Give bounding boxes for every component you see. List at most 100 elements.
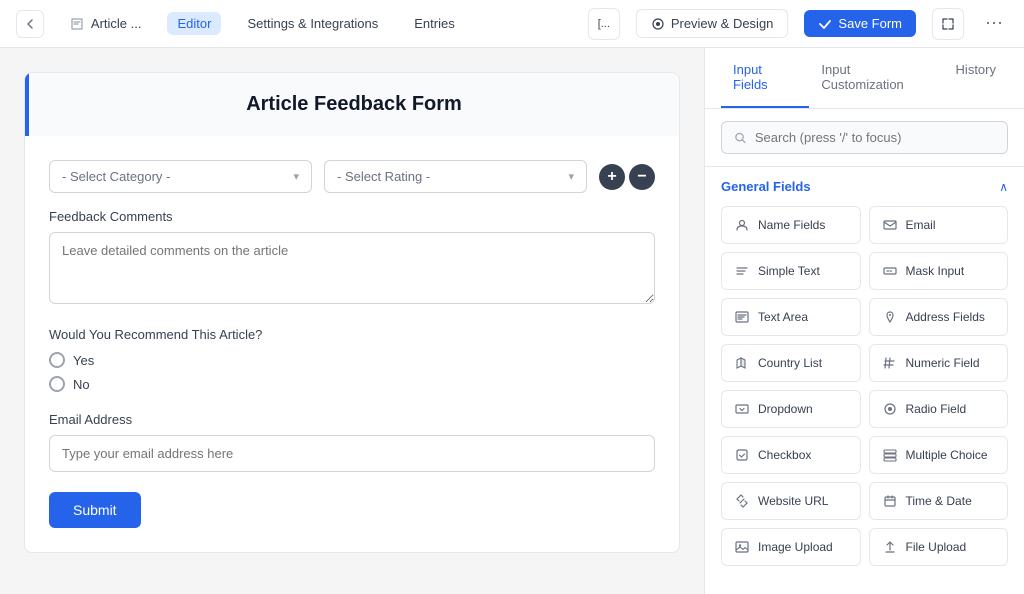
mask-input-icon: [882, 263, 898, 279]
field-card-label: Dropdown: [758, 402, 813, 416]
country-list-icon: [734, 355, 750, 371]
email-label: Email Address: [49, 412, 655, 427]
field-card-checkbox[interactable]: Checkbox: [721, 436, 861, 474]
time-&-date-icon: [882, 493, 898, 509]
field-card-label: Mask Input: [906, 264, 965, 278]
field-card-label: Image Upload: [758, 540, 833, 554]
image-upload-icon: [734, 539, 750, 555]
form-title: Article Feedback Form: [53, 93, 655, 116]
field-card-text-area[interactable]: Text Area: [721, 298, 861, 336]
panel-content: General Fields ∧ Name Fields Email Simple …: [705, 167, 1024, 594]
chevron-down-icon: ▾: [293, 170, 299, 183]
category-rating-row: - Select Category - ▾ - Select Rating - …: [49, 160, 655, 193]
tab-input-customization[interactable]: Input Customization: [809, 48, 943, 108]
feedback-section: Feedback Comments: [49, 209, 655, 307]
text-area-icon: [734, 309, 750, 325]
search-icon: [734, 131, 747, 145]
no-label: No: [73, 377, 90, 392]
field-card-label: Checkbox: [758, 448, 811, 462]
name-fields-icon: [734, 217, 750, 233]
tab-entries[interactable]: Entries: [404, 12, 464, 35]
section-header: General Fields ∧: [721, 179, 1008, 194]
no-radio[interactable]: [49, 376, 65, 392]
field-card-time-&-date[interactable]: Time & Date: [869, 482, 1009, 520]
tab-editor[interactable]: Editor: [167, 12, 221, 35]
numeric-field-icon: [882, 355, 898, 371]
email-input[interactable]: [49, 435, 655, 472]
more-button[interactable]: ⋯: [980, 10, 1008, 38]
add-field-button[interactable]: +: [599, 164, 625, 190]
yes-option[interactable]: Yes: [49, 352, 655, 368]
field-card-label: Time & Date: [906, 494, 972, 508]
file-upload-icon: [882, 539, 898, 555]
preview-button[interactable]: Preview & Design: [636, 9, 789, 38]
email-section: Email Address: [49, 412, 655, 472]
topbar: Article ... Editor Settings & Integratio…: [0, 0, 1024, 48]
yes-label: Yes: [73, 353, 94, 368]
back-button[interactable]: [16, 10, 44, 38]
field-card-numeric-field[interactable]: Numeric Field: [869, 344, 1009, 382]
search-input[interactable]: [755, 130, 995, 145]
field-card-country-list[interactable]: Country List: [721, 344, 861, 382]
panel-search: [705, 109, 1024, 167]
checkbox-icon: [734, 447, 750, 463]
topbar-title: Article ...: [60, 12, 151, 36]
tab-history[interactable]: History: [944, 48, 1008, 108]
radio-field-icon: [882, 401, 898, 417]
field-card-radio-field[interactable]: Radio Field: [869, 390, 1009, 428]
submit-button[interactable]: Submit: [49, 492, 141, 528]
website-url-icon: [734, 493, 750, 509]
field-card-label: Email: [906, 218, 936, 232]
address-fields-icon: [882, 309, 898, 325]
field-card-multiple-choice[interactable]: Multiple Choice: [869, 436, 1009, 474]
search-box: [721, 121, 1008, 154]
field-card-name-fields[interactable]: Name Fields: [721, 206, 861, 244]
form-body: - Select Category - ▾ - Select Rating - …: [25, 136, 679, 552]
remove-field-button[interactable]: −: [629, 164, 655, 190]
field-card-label: Simple Text: [758, 264, 820, 278]
field-card-label: File Upload: [906, 540, 967, 554]
form-card: Article Feedback Form - Select Category …: [24, 72, 680, 553]
recommend-section: Would You Recommend This Article? Yes No: [49, 327, 655, 392]
panel-tabs: Input Fields Input Customization History: [705, 48, 1024, 109]
field-card-label: Numeric Field: [906, 356, 980, 370]
save-button[interactable]: Save Form: [804, 10, 916, 37]
feedback-label: Feedback Comments: [49, 209, 655, 224]
field-card-label: Country List: [758, 356, 822, 370]
field-card-label: Address Fields: [906, 310, 985, 324]
simple-text-icon: [734, 263, 750, 279]
copy-button[interactable]: [...: [588, 8, 620, 40]
no-option[interactable]: No: [49, 376, 655, 392]
field-card-email[interactable]: Email: [869, 206, 1009, 244]
tab-settings[interactable]: Settings & Integrations: [237, 12, 388, 35]
section-toggle-icon[interactable]: ∧: [999, 180, 1008, 194]
form-area: Article Feedback Form - Select Category …: [0, 48, 704, 594]
field-card-file-upload[interactable]: File Upload: [869, 528, 1009, 566]
feedback-textarea[interactable]: [49, 232, 655, 304]
field-card-mask-input[interactable]: Mask Input: [869, 252, 1009, 290]
category-select[interactable]: - Select Category - ▾: [49, 160, 312, 193]
field-card-image-upload[interactable]: Image Upload: [721, 528, 861, 566]
main-layout: Article Feedback Form - Select Category …: [0, 48, 1024, 594]
recommend-label: Would You Recommend This Article?: [49, 327, 655, 342]
field-card-label: Name Fields: [758, 218, 825, 232]
field-card-dropdown[interactable]: Dropdown: [721, 390, 861, 428]
rating-select[interactable]: - Select Rating - ▾: [324, 160, 587, 193]
field-card-label: Website URL: [758, 494, 828, 508]
yes-radio[interactable]: [49, 352, 65, 368]
right-panel: Input Fields Input Customization History…: [704, 48, 1024, 594]
tab-input-fields[interactable]: Input Fields: [721, 48, 809, 108]
dropdown-icon: [734, 401, 750, 417]
field-card-label: Radio Field: [906, 402, 967, 416]
field-card-label: Text Area: [758, 310, 808, 324]
email-icon: [882, 217, 898, 233]
field-card-simple-text[interactable]: Simple Text: [721, 252, 861, 290]
field-card-website-url[interactable]: Website URL: [721, 482, 861, 520]
expand-button[interactable]: [932, 8, 964, 40]
field-actions: + −: [599, 164, 655, 190]
fields-grid: Name Fields Email Simple Text Mask Input Tex…: [721, 206, 1008, 566]
chevron-down-icon: ▾: [568, 170, 574, 183]
multiple-choice-icon: [882, 447, 898, 463]
field-card-label: Multiple Choice: [906, 448, 988, 462]
field-card-address-fields[interactable]: Address Fields: [869, 298, 1009, 336]
